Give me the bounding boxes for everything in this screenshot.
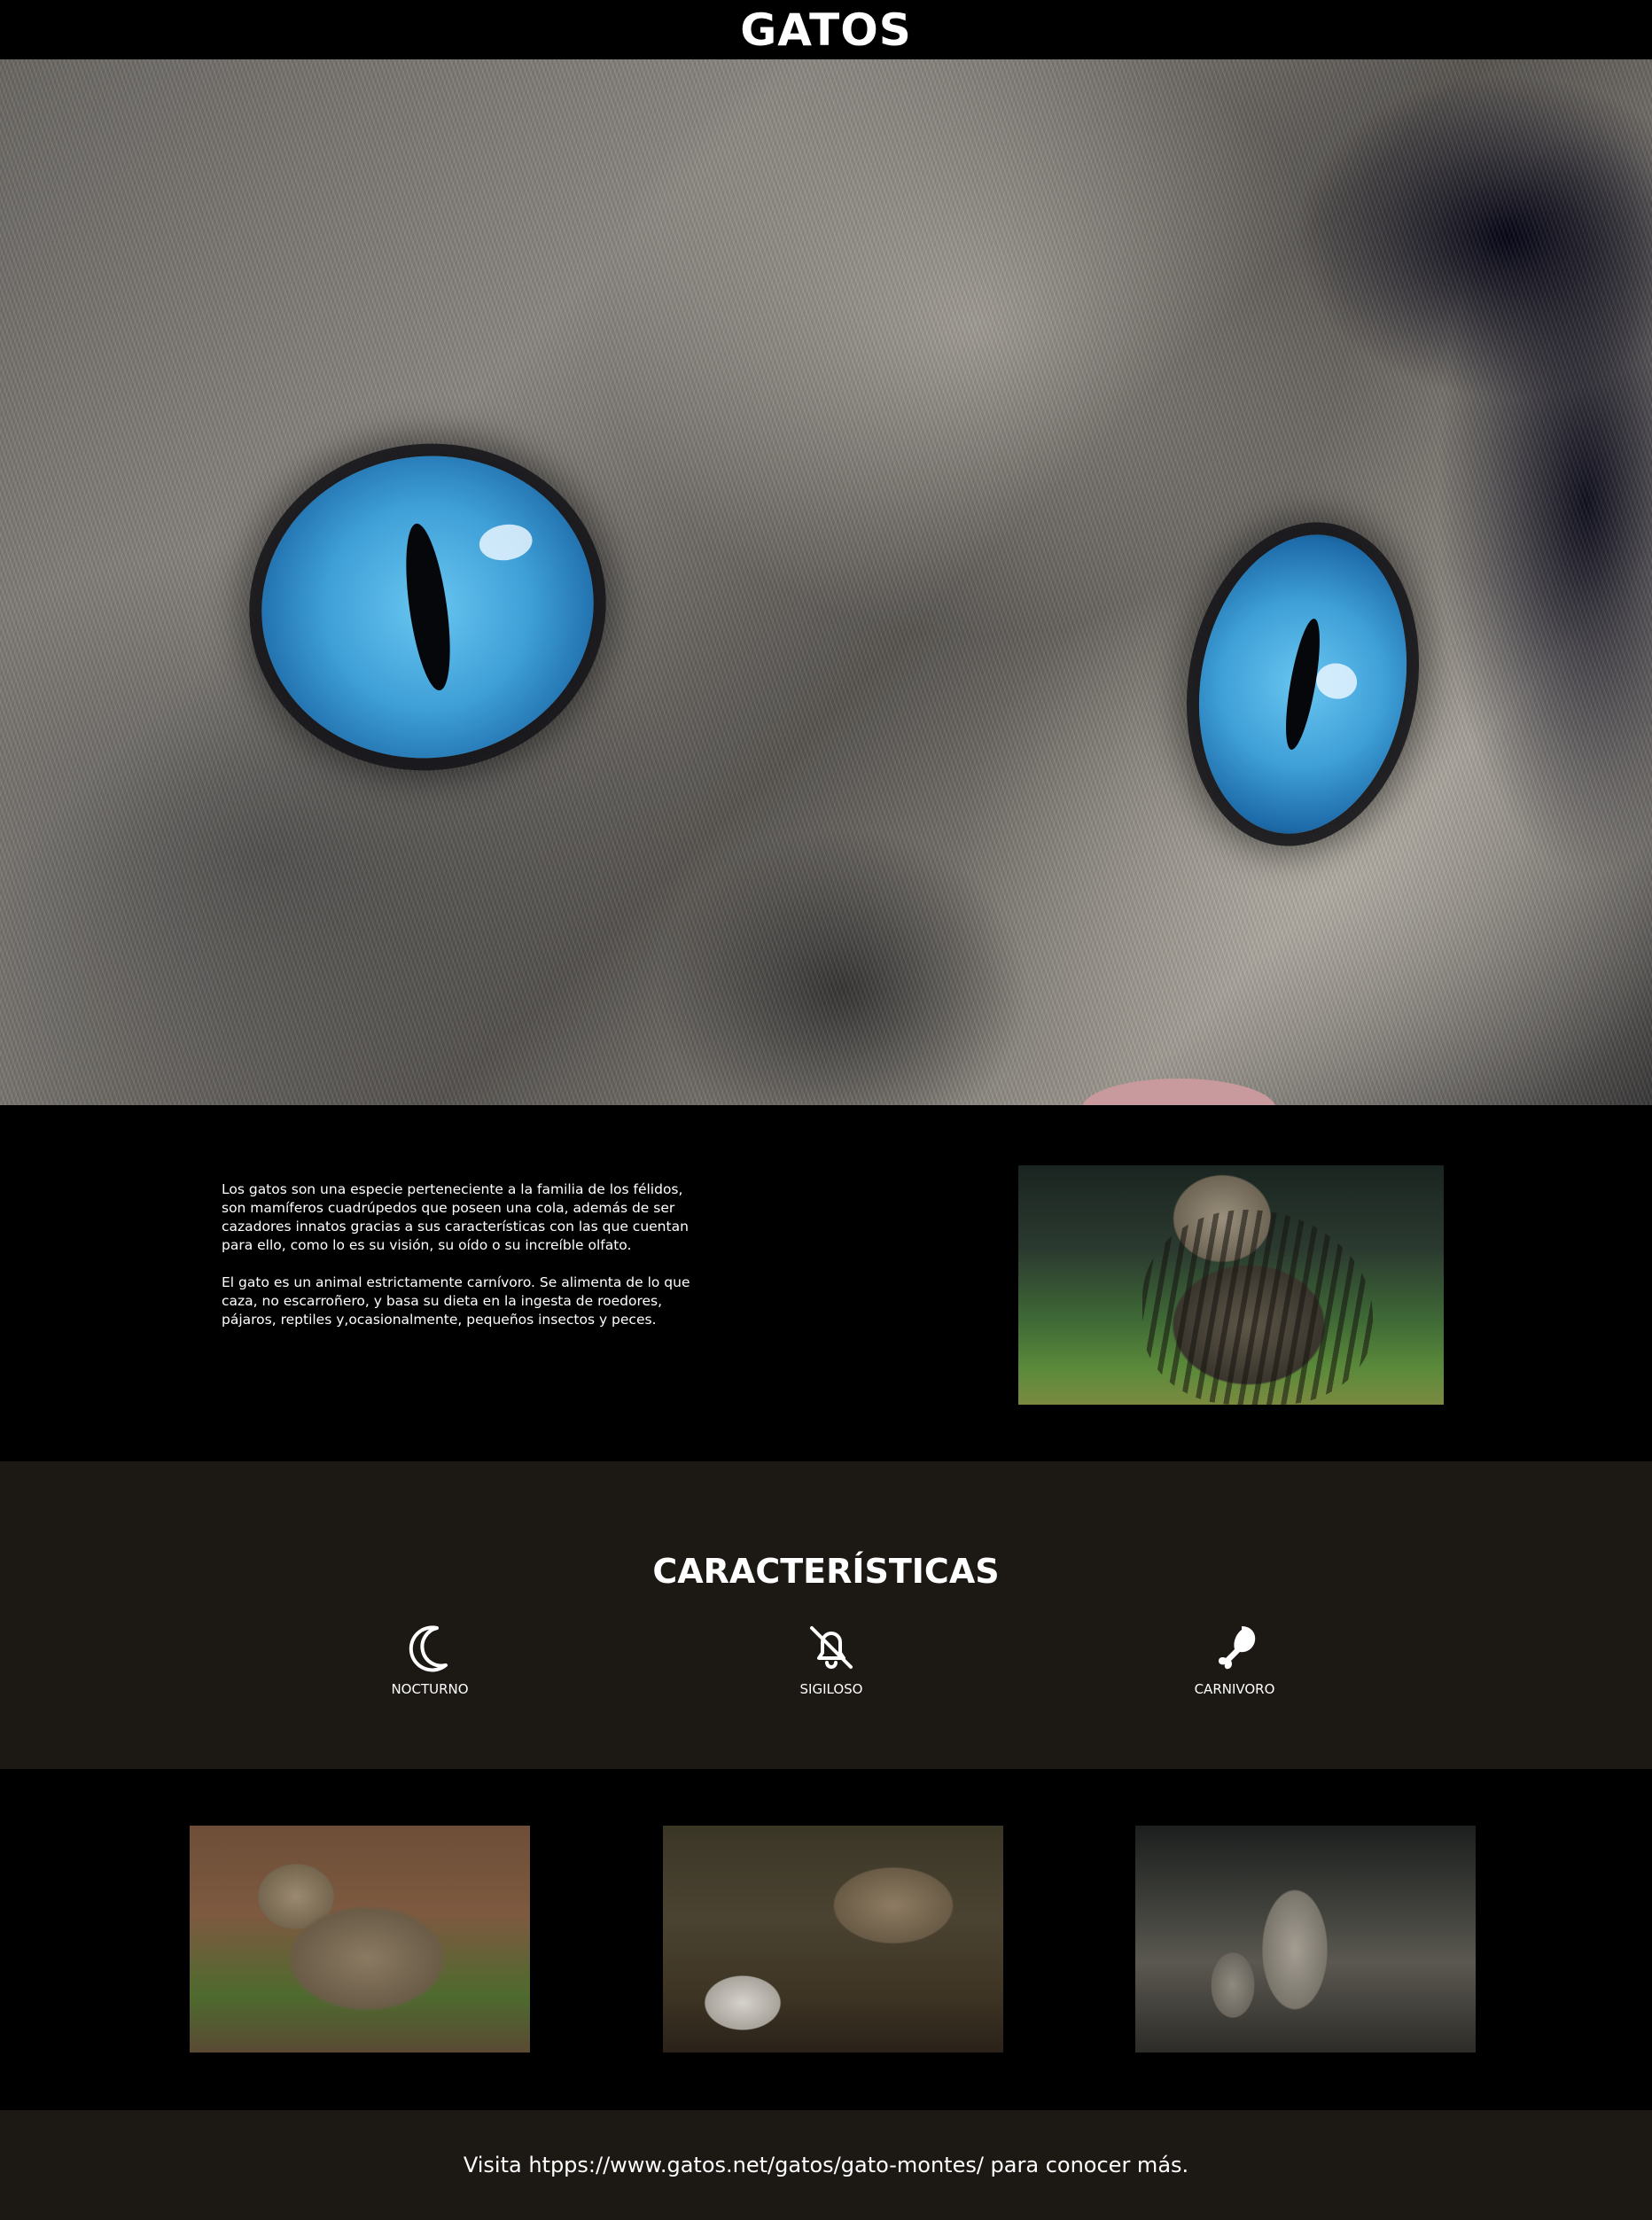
intro-paragraph-1: Los gatos son una especie perteneciente … — [222, 1181, 689, 1253]
site-header: GATOS — [0, 0, 1652, 59]
feature-sigiloso: SIGILOSO — [725, 1619, 938, 1697]
features-title: CARACTERÍSTICAS — [652, 1552, 1000, 1591]
feature-label: CARNIVORO — [1194, 1681, 1275, 1697]
intro-section: Los gatos son una especie perteneciente … — [0, 1105, 1652, 1461]
hero-fur-texture — [0, 59, 1652, 1105]
features-section: CARACTERÍSTICAS NOCTURNO SIGILOSO CARNIV… — [0, 1461, 1652, 1769]
intro-text: Los gatos son una especie perteneciente … — [222, 1180, 700, 1348]
site-title: GATOS — [740, 4, 912, 56]
site-footer: Visita htpps://www.gatos.net/gatos/gato-… — [0, 2110, 1652, 2220]
intro-paragraph-2: El gato es un animal estrictamente carní… — [222, 1274, 690, 1328]
gallery-photo-3 — [1135, 1826, 1476, 2053]
footer-text: Visita htpps://www.gatos.net/gatos/gato-… — [463, 2153, 1189, 2177]
intro-photo-cat — [1142, 1210, 1373, 1405]
intro-photo — [1018, 1165, 1444, 1405]
drumstick-icon — [1219, 1626, 1256, 1670]
gallery-photo-1 — [190, 1826, 530, 2053]
gallery-photo-2 — [663, 1826, 1003, 2053]
feature-carnivoro: CARNIVORO — [1128, 1619, 1341, 1697]
cat-left-eye-glint — [477, 521, 535, 564]
feature-nocturno: NOCTURNO — [323, 1619, 536, 1697]
moon-icon — [409, 1625, 448, 1672]
feature-label: NOCTURNO — [391, 1681, 469, 1697]
cat-left-pupil — [397, 521, 458, 693]
gallery-section — [0, 1769, 1652, 2110]
feature-label: SIGILOSO — [799, 1681, 863, 1697]
hero-image — [0, 59, 1652, 1105]
cat-right-eye-glint — [1313, 659, 1360, 703]
bell-slash-icon — [810, 1626, 853, 1669]
